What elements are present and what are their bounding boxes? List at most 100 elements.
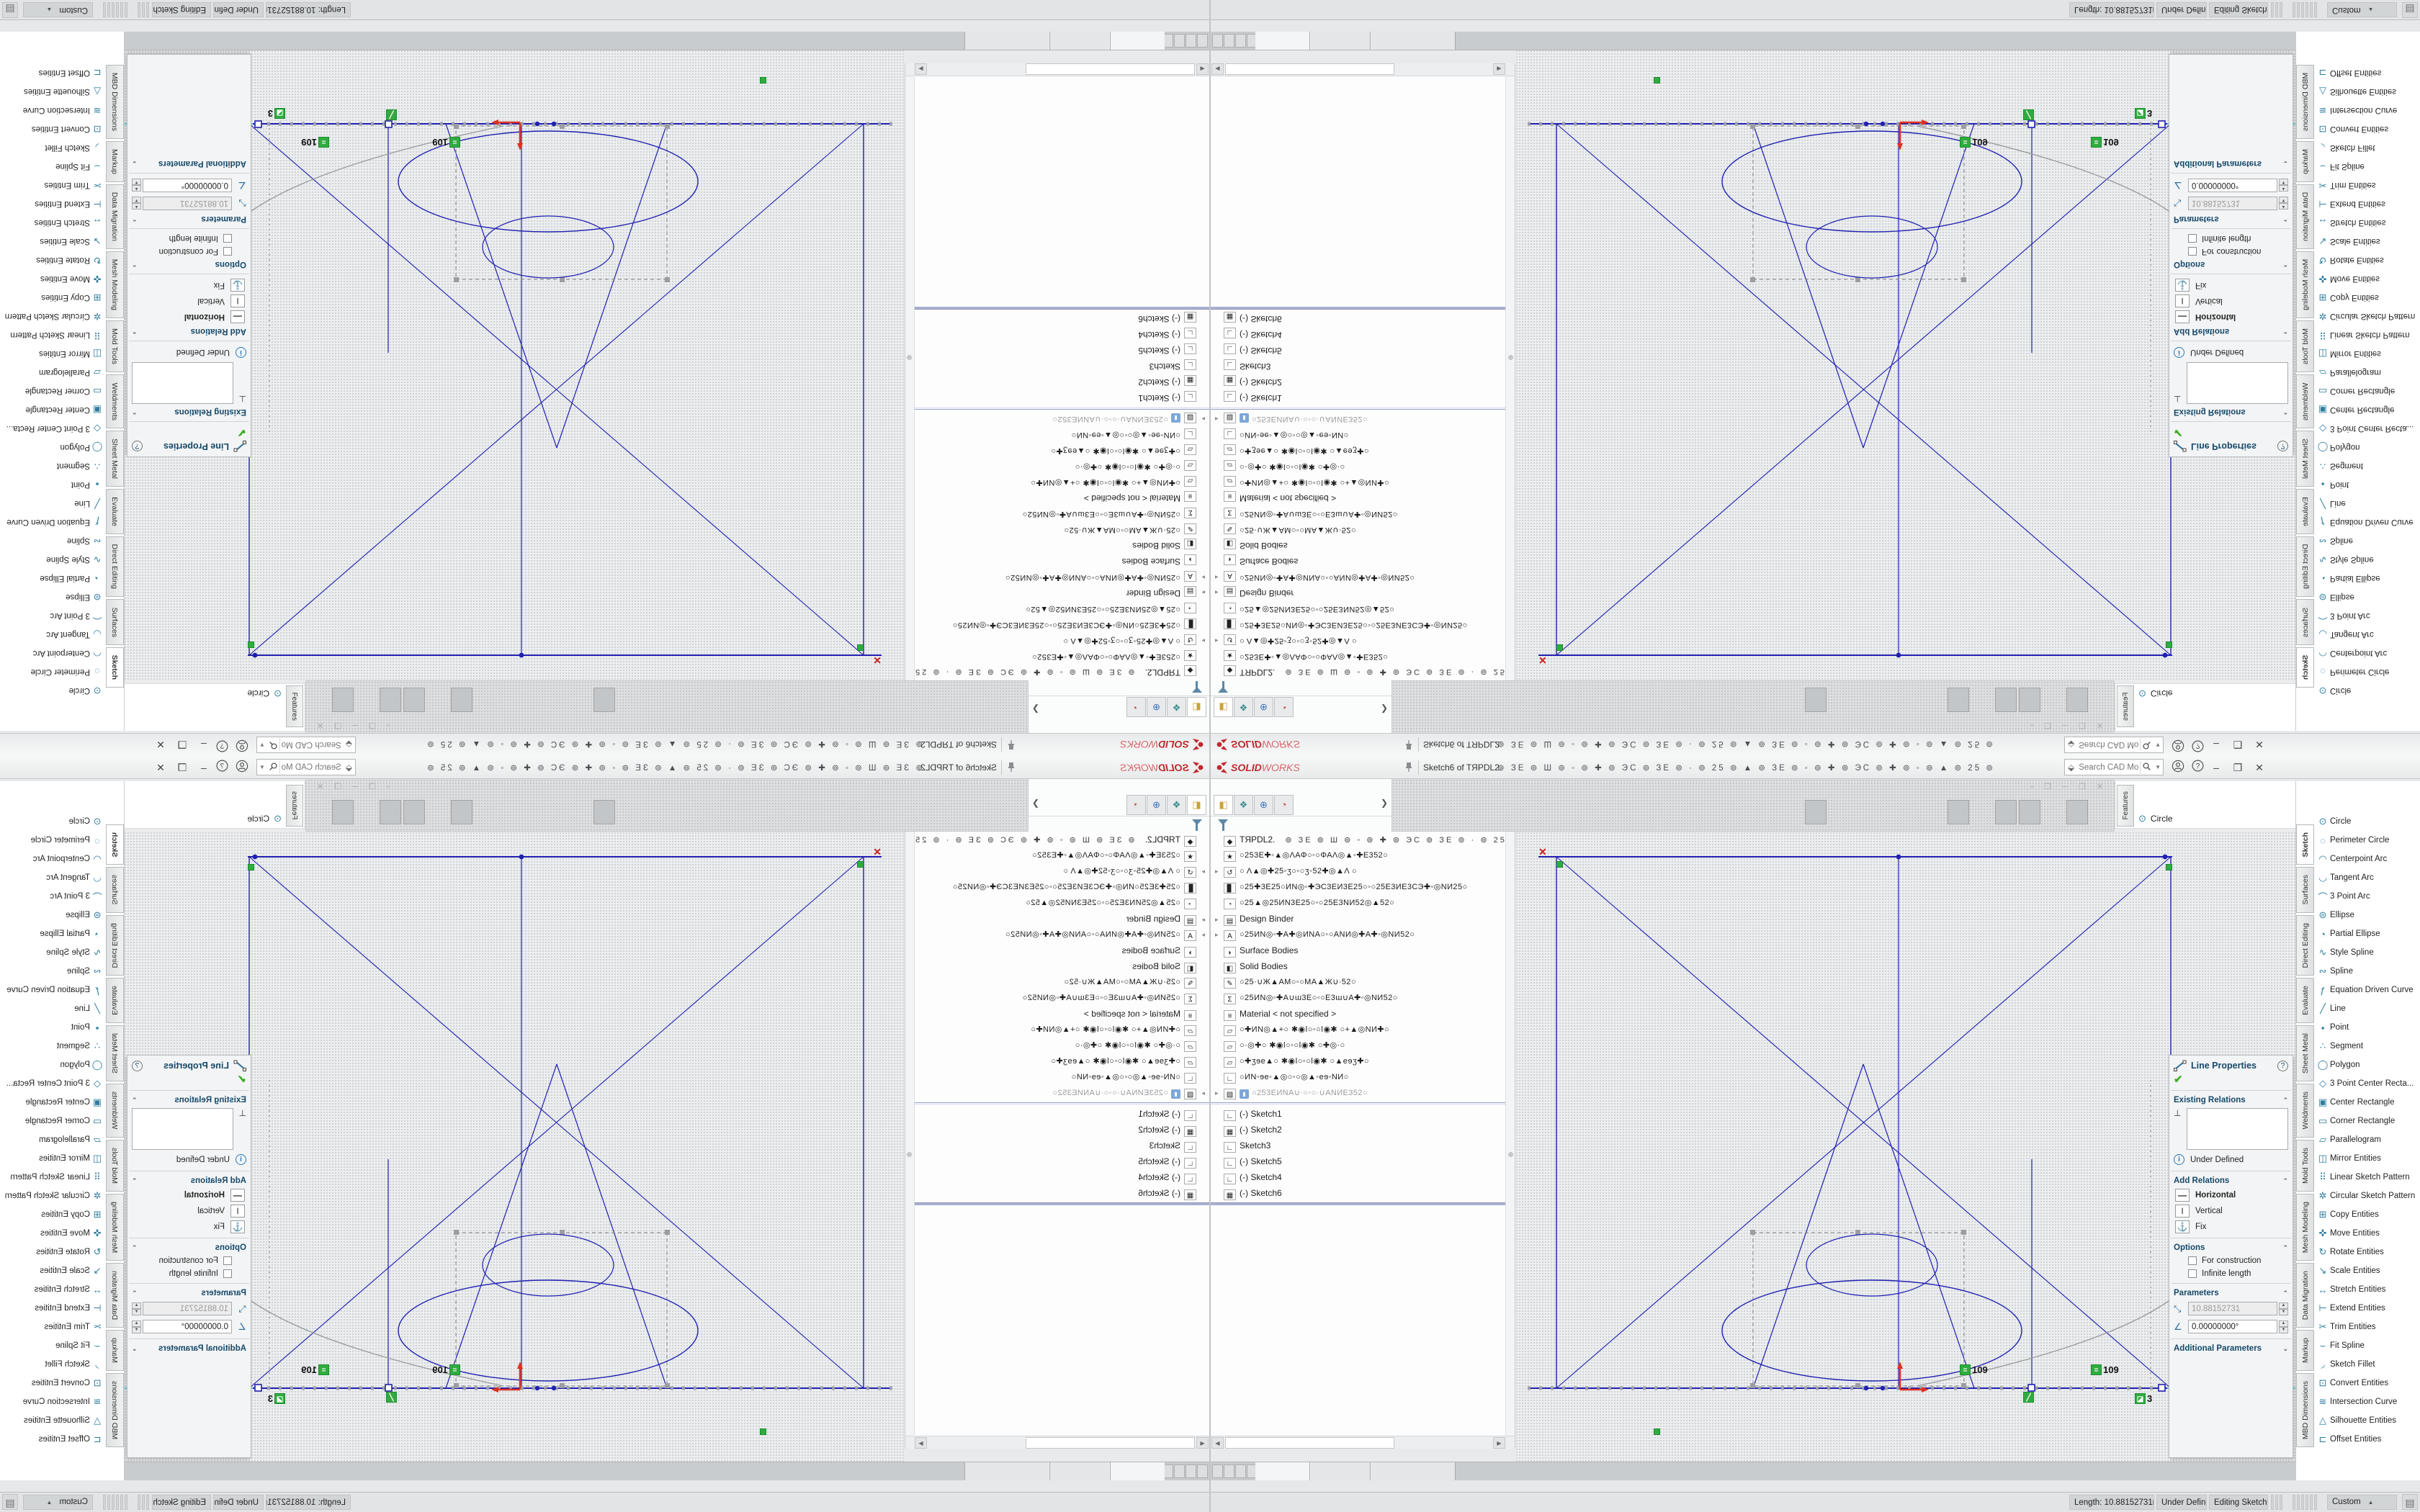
tree-row-star[interactable]: ★○253Е✚◦▲◎ΛΑΦ○◦○ΦΑΛ◎▲◦✚Е352○ — [1211, 649, 1515, 665]
option-row[interactable]: Infinite length — [127, 1267, 251, 1280]
parameter-input[interactable]: 10.88152731 — [2188, 1302, 2277, 1315]
option-row[interactable]: For construction — [2169, 245, 2293, 258]
parameter-input[interactable]: 10.88152731 — [143, 1302, 232, 1315]
sketch-tool-item[interactable]: ƒEquation Driven Curve — [0, 513, 104, 531]
relations-listbox[interactable] — [132, 362, 233, 404]
tree-row-equations[interactable]: Σ○25ИN◎◦✚А∪ɯ3Е○◦○Е3ɯ∪А✚◦◎NИ52○ — [1211, 990, 1515, 1006]
tree-row-equations[interactable]: Σ○25ИN◎◦✚А∪ɯ3Е○◦○Е3ɯ∪А✚◦◎NИ52○ — [905, 506, 1209, 522]
tree-row-markups[interactable]: ✎○25·∪Ж▲АМ○◦○МА▲Ж∪·52○ — [905, 522, 1209, 538]
tab-nav-button[interactable] — [1174, 34, 1185, 48]
command-tab[interactable]: Sheet Metal — [106, 1025, 124, 1081]
sketch-tool-item[interactable]: ⊙Circle — [2316, 681, 2420, 700]
account-icon[interactable] — [2170, 737, 2186, 752]
toolbar-icon[interactable] — [1496, 688, 1518, 712]
command-tab[interactable]: Mesh Modeling — [106, 1194, 124, 1261]
toolbar-icon[interactable] — [665, 800, 686, 824]
tree-row-solid-bodies[interactable]: ◧Solid Bodies — [1211, 958, 1515, 974]
tree-row-sketch[interactable]: ∟(-) Sketch5 — [905, 1153, 1209, 1169]
quick-access-toolbar[interactable]: ⊚ ЗЕ ⊚ Ш ⊚ ◦ ⊚ ✚ ⊚ ЭС ⊚ ЗЕ ⊚ · ⊚ 25 ⊚ ▲ … — [364, 762, 923, 773]
tree-vertical-scrollbar[interactable] — [905, 76, 915, 680]
search-box[interactable]: ⬙ ▼ — [2064, 737, 2164, 753]
tree-row-sketch[interactable]: ∟(-) Sketch4 — [905, 1169, 1209, 1185]
tab-nav-button[interactable] — [1235, 34, 1246, 48]
scrollbar-track[interactable] — [1026, 63, 1195, 75]
tree-row-star[interactable]: ★○253Е✚◦▲◎ΛΑΦ○◦○ΦΑΛ◎▲◦✚Е352○ — [905, 847, 1209, 863]
relation-badge[interactable]: =109 — [2091, 1364, 2119, 1375]
expander-icon[interactable]: ▸ — [1215, 585, 1224, 600]
document-window-controls[interactable]: ▫ ❐ ─ ❐ ✕ — [2030, 782, 2107, 791]
tree-vertical-scrollbar[interactable] — [1505, 832, 1515, 1436]
restore-button[interactable]: ❐ — [2230, 737, 2246, 752]
toolbar-icon[interactable] — [1686, 800, 1708, 824]
ok-button[interactable]: ✔ — [2169, 425, 2293, 439]
configuration-manager-tab[interactable]: ⊕ — [1147, 795, 1166, 815]
panel-expand-chevron[interactable]: ❯ — [1381, 798, 1388, 808]
command-tab[interactable]: Sketch — [106, 824, 124, 865]
toolbar-icon[interactable] — [879, 688, 900, 712]
configuration-manager-tab[interactable]: ⊕ — [1147, 697, 1166, 717]
checkbox[interactable] — [223, 1256, 232, 1265]
restore-button[interactable]: ❐ — [174, 760, 190, 775]
scroll-right-button[interactable]: ▶ — [1493, 1437, 1505, 1449]
search-input[interactable] — [280, 762, 343, 773]
tree-row-surface-bodies[interactable]: ◗Surface Bodies — [905, 942, 1209, 958]
tree-row-sketch[interactable]: ∟(-) Sketch1 — [1211, 390, 1515, 406]
add-relation-button[interactable]: —Horizontal — [2169, 1187, 2293, 1203]
restore-button[interactable]: ❐ — [2230, 760, 2246, 775]
tree-row-sketch-grid[interactable]: ▦(-) Sketch6 — [905, 311, 1209, 327]
tree-row-equations[interactable]: Σ○25ИN◎◦✚А∪ɯ3Е○◦○Е3ɯ∪А✚◦◎NИ52○ — [1211, 506, 1515, 522]
expander-icon[interactable]: ▸ — [1196, 633, 1205, 649]
sketch-tool-item[interactable]: ∴Segment — [2316, 1037, 2420, 1056]
flyout-circle-item[interactable]: ⊙ Circle — [2138, 813, 2173, 824]
sketch-tool-item[interactable]: ◠Centerpoint Arc — [0, 644, 104, 662]
tree-row-sketch-grid[interactable]: ▦(-) Sketch2 — [1211, 374, 1515, 390]
additional-parameters-header[interactable]: Additional Parameters⌄ — [2169, 1342, 2293, 1355]
search-icon[interactable] — [2140, 761, 2153, 774]
document-window-controls[interactable]: ▫ ❐ ─ ❐ ✕ — [313, 782, 390, 791]
checkbox[interactable] — [223, 247, 232, 256]
command-tab[interactable]: Markup — [2296, 1330, 2314, 1371]
sketch-tool-item[interactable]: ◠Centerpoint Arc — [0, 850, 104, 868]
command-tab[interactable]: Evaluate — [106, 489, 124, 534]
toolbar-icon[interactable] — [689, 800, 710, 824]
configuration-manager-tab[interactable]: ⊕ — [1254, 795, 1273, 815]
toolbar-icon[interactable] — [736, 688, 758, 712]
toolbar-icon[interactable] — [1543, 800, 1565, 824]
sketch-tool-item[interactable]: ∾Spline — [0, 962, 104, 981]
close-button[interactable]: ✕ — [153, 760, 169, 775]
tree-vertical-scrollbar[interactable] — [1505, 76, 1515, 680]
sketch-tool-item[interactable]: ƒEquation Driven Curve — [0, 981, 104, 999]
toolbar-icon[interactable] — [1662, 688, 1684, 712]
tree-row-equations[interactable]: Σ○25ИN◎◦✚А∪ɯ3Е○◦○Е3ɯ∪А✚◦◎NИ52○ — [905, 990, 1209, 1006]
tree-row-plane[interactable]: ▱○·◎✚○ ✱◉ǀ○◦○ǀ◉✱ ○✚◎·○ — [905, 459, 1209, 474]
relations-listbox[interactable] — [2187, 362, 2288, 404]
option-row[interactable]: Infinite length — [2169, 1267, 2293, 1280]
toolbar-icon[interactable] — [879, 800, 900, 824]
relation-badge[interactable]: =109 — [432, 1364, 460, 1375]
sketch-tool-item[interactable]: ◯Polygon — [0, 438, 104, 456]
sketch-tool-item[interactable]: ∾Spline — [2316, 531, 2420, 550]
sketch-tool-item[interactable]: ⌒3 Point Arc — [2316, 887, 2420, 906]
scrollbar-thumb[interactable] — [1508, 355, 1513, 360]
tree-row-locked-folder[interactable]: ▸▨▮○253ЕИNΑ∪·○◦○·∪ΑNИЕ352○ — [905, 411, 1209, 427]
search-box[interactable]: ⬙ ▼ — [2064, 759, 2164, 775]
expander-icon[interactable]: ▸ — [1215, 570, 1224, 585]
sketch-tool-item[interactable]: ▱Parallelogram — [0, 1130, 104, 1149]
tree-row-sketch[interactable]: ∟(-) Sketch1 — [905, 1106, 1209, 1122]
relation-badge[interactable]: ╱ — [2023, 1392, 2035, 1403]
add-relation-button[interactable]: ǀVertical — [127, 1203, 251, 1219]
command-tab[interactable]: Evaluate — [2296, 489, 2314, 534]
toolbar-icon[interactable] — [665, 688, 686, 712]
existing-relations-header[interactable]: Existing Relations⌃ — [127, 405, 251, 418]
help-icon[interactable]: ? — [215, 760, 230, 775]
tree-row-plane[interactable]: ▱○✚ʒɘe▲○ ✱◉ǀ○◦○ǀ◉✱ ○▲eɘʒ✚○ — [905, 443, 1209, 459]
search-input[interactable] — [2077, 740, 2140, 750]
command-tab[interactable]: Sketch — [106, 647, 124, 688]
expander-icon[interactable]: ▸ — [1196, 411, 1205, 427]
toolbar-icon[interactable] — [807, 800, 829, 824]
tree-row-history[interactable]: ▸↺○ Λ▲◎✚25◦ʒ○◦○ʒ◦52✚◎▲Λ ○ — [1211, 863, 1515, 879]
sketch-tool-item[interactable]: ⊜Ellipse — [0, 906, 104, 924]
tree-horizontal-scrollbar[interactable]: ◀ ▶ — [905, 1436, 1209, 1449]
spinner[interactable]: ▲▼ — [132, 197, 141, 210]
tree-row-history[interactable]: ▸↺○ Λ▲◎✚25◦ʒ○◦○ʒ◦52✚◎▲Λ ○ — [1211, 633, 1515, 649]
